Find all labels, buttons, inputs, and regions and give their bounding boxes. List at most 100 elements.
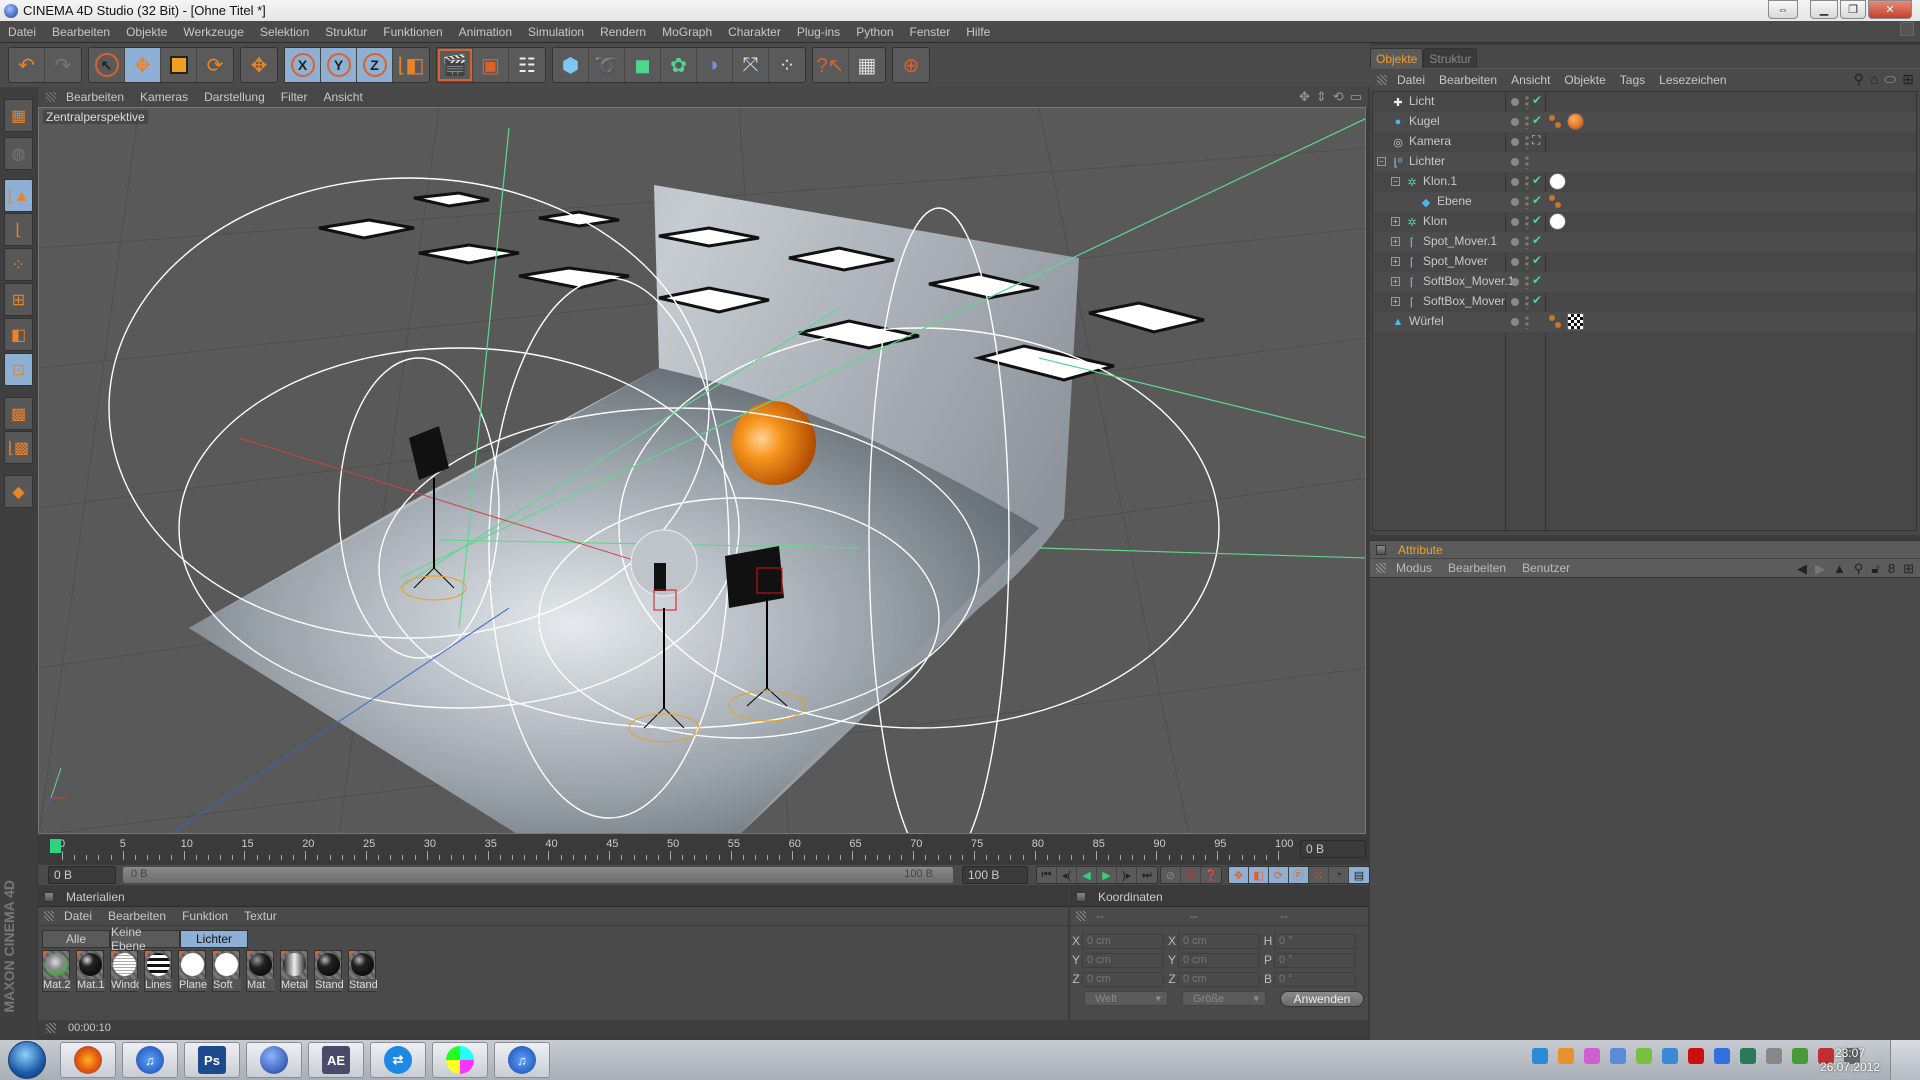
- visibility-dot[interactable]: [1511, 138, 1519, 146]
- materials-menu-item[interactable]: Textur: [244, 909, 277, 923]
- objects-menu-item[interactable]: Objekte: [1564, 73, 1605, 87]
- make-editable-button[interactable]: ◍: [4, 137, 33, 170]
- visibility-dot[interactable]: [1511, 318, 1519, 326]
- new-panel-icon[interactable]: ⊞: [1902, 71, 1914, 88]
- expand-toggle[interactable]: +: [1391, 257, 1400, 266]
- render-visibility-dots[interactable]: [1525, 235, 1529, 249]
- dolly-icon[interactable]: ⇕: [1316, 89, 1327, 105]
- view-icon[interactable]: ⬭: [1884, 71, 1896, 88]
- scale-key-button[interactable]: ◧: [1249, 867, 1269, 883]
- objects-menu-item[interactable]: Datei: [1397, 73, 1425, 87]
- menu-funktionen[interactable]: Funktionen: [383, 25, 442, 39]
- auto-keying-button[interactable]: ⦿: [1181, 867, 1201, 883]
- material-tag-icon[interactable]: [1549, 213, 1566, 230]
- size-x-field[interactable]: 0 cm: [1178, 933, 1260, 949]
- render-picture-viewer-button[interactable]: ▣: [473, 48, 509, 82]
- menu-plug-ins[interactable]: Plug-ins: [797, 25, 840, 39]
- taskbar-firefox[interactable]: [60, 1042, 116, 1078]
- object-name[interactable]: Klon: [1423, 214, 1447, 228]
- x-axis-lock-button[interactable]: X: [285, 48, 321, 82]
- home-icon[interactable]: ⌂: [1870, 71, 1878, 88]
- adobe-tray-icon[interactable]: [1688, 1048, 1704, 1064]
- object-name[interactable]: Licht: [1409, 94, 1434, 108]
- object-name[interactable]: SoftBox_Mover.1: [1423, 274, 1514, 288]
- y-axis-lock-button[interactable]: Y: [321, 48, 357, 82]
- goto-end-button[interactable]: ⏭: [1137, 867, 1157, 883]
- layout-toggle-icon[interactable]: [1900, 22, 1914, 36]
- tab-lichter[interactable]: Lichter: [180, 930, 248, 948]
- object-row[interactable]: ▲ Würfel: [1373, 312, 1916, 332]
- material-swatch[interactable]: Mat.1: [76, 950, 105, 992]
- nvidia-tray-icon[interactable]: [1636, 1048, 1652, 1064]
- back-icon[interactable]: ◀: [1797, 561, 1807, 577]
- 3d-viewport[interactable]: Zentralperspektive: [38, 107, 1366, 834]
- phong-tag-icon[interactable]: [1549, 315, 1563, 329]
- layout-button[interactable]: ▦: [4, 99, 33, 132]
- expand-toggle[interactable]: +: [1391, 217, 1400, 226]
- object-row[interactable]: ◆ Ebene ✔: [1373, 192, 1916, 212]
- menu-selektion[interactable]: Selektion: [260, 25, 309, 39]
- object-row[interactable]: − ✲ Klon.1 ✔: [1373, 172, 1916, 192]
- render-visibility-dots[interactable]: [1525, 115, 1529, 129]
- enabled-check-icon[interactable]: ✔: [1532, 113, 1542, 127]
- timeline-button[interactable]: ▤: [1349, 867, 1369, 883]
- apply-button[interactable]: Anwenden: [1280, 991, 1364, 1007]
- menu-simulation[interactable]: Simulation: [528, 25, 584, 39]
- points-mode-button[interactable]: ⁘: [4, 248, 33, 281]
- maximize-view-icon[interactable]: ▭: [1350, 89, 1362, 105]
- objects-menu-item[interactable]: Lesezeichen: [1659, 73, 1726, 87]
- object-name[interactable]: Spot_Mover.1: [1423, 234, 1497, 248]
- enabled-check-icon[interactable]: ✔: [1532, 193, 1542, 207]
- attributes-menu-item[interactable]: Bearbeiten: [1448, 561, 1506, 575]
- object-name[interactable]: SoftBox_Mover: [1423, 294, 1505, 308]
- materials-menu-item[interactable]: Funktion: [182, 909, 228, 923]
- render-view-button[interactable]: 🎬: [437, 48, 473, 82]
- next-key-button[interactable]: )▸: [1117, 867, 1137, 883]
- tab-alle[interactable]: Alle: [42, 930, 110, 948]
- last-tool-button[interactable]: ✥: [241, 48, 277, 82]
- tab-keine-ebene[interactable]: Keine Ebene: [110, 925, 180, 953]
- rot-b-field[interactable]: 0 °: [1274, 971, 1356, 987]
- materials-menu-item[interactable]: Bearbeiten: [108, 909, 166, 923]
- new-panel-icon[interactable]: ⊞: [1903, 561, 1914, 577]
- play-forward-button[interactable]: ▶: [1097, 867, 1117, 883]
- teamviewer-tray-icon[interactable]: [1532, 1048, 1548, 1064]
- visibility-dot[interactable]: [1511, 198, 1519, 206]
- current-frame-field[interactable]: 0 B: [1300, 840, 1366, 858]
- close-button[interactable]: ✕: [1868, 0, 1912, 19]
- render-visibility-dots[interactable]: [1525, 215, 1529, 229]
- panel-grip[interactable]: [1376, 563, 1386, 573]
- object-row[interactable]: + ⌈ SoftBox_Mover.1 ✔: [1373, 272, 1916, 292]
- position-key-button[interactable]: ✥: [1229, 867, 1249, 883]
- start-button[interactable]: [8, 1041, 46, 1079]
- panel-grip[interactable]: [44, 911, 54, 921]
- array-button[interactable]: ✿: [661, 48, 697, 82]
- object-name[interactable]: Kamera: [1409, 134, 1451, 148]
- object-row[interactable]: ✚ Licht ✔: [1373, 92, 1916, 112]
- menu-rendern[interactable]: Rendern: [600, 25, 646, 39]
- attributes-menu-item[interactable]: Modus: [1396, 561, 1432, 575]
- redo-button[interactable]: ↷: [45, 48, 81, 82]
- keyframe-selection-button[interactable]: ❓: [1201, 867, 1221, 883]
- move-button[interactable]: ✥: [125, 48, 161, 82]
- system-clock[interactable]: 23:07 26.07.2012: [1820, 1046, 1880, 1074]
- panel-grip[interactable]: [1377, 74, 1387, 85]
- up-icon[interactable]: ▲: [1833, 561, 1846, 577]
- show-desktop-button[interactable]: [1890, 1040, 1920, 1080]
- object-name[interactable]: Kugel: [1409, 114, 1440, 128]
- render-visibility-dots[interactable]: [1525, 315, 1529, 329]
- material-swatch[interactable]: Metal: [280, 950, 309, 992]
- volume-tray-icon[interactable]: [1766, 1048, 1782, 1064]
- menu-struktur[interactable]: Struktur: [325, 25, 367, 39]
- z-axis-lock-button[interactable]: Z: [357, 48, 393, 82]
- collapse-toggle[interactable]: −: [1377, 157, 1386, 166]
- update-tray-icon[interactable]: [1662, 1048, 1678, 1064]
- edges-mode-button[interactable]: ⊞: [4, 283, 33, 316]
- rot-h-field[interactable]: 0 °: [1274, 933, 1356, 949]
- pan-icon[interactable]: ✥: [1299, 89, 1310, 105]
- deformer-button[interactable]: ◗: [697, 48, 733, 82]
- object-axis-mode-button[interactable]: ⌊: [4, 213, 33, 246]
- spline-button[interactable]: ➰: [589, 48, 625, 82]
- material-swatch[interactable]: Mat: [246, 950, 275, 992]
- taskbar-teamviewer[interactable]: ⇄: [370, 1042, 426, 1078]
